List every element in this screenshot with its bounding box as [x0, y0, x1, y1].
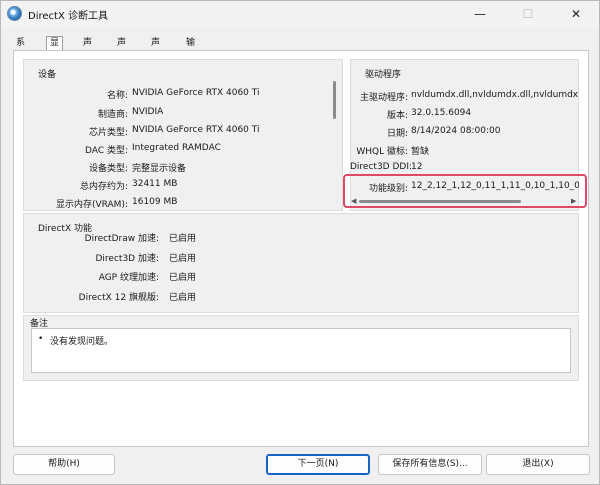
minimize-button[interactable]: — — [457, 1, 503, 27]
directdraw-accel-label: DirectDraw 加速: — [84, 234, 159, 244]
device-type-label: 设备类型: — [88, 164, 128, 174]
directdraw-accel-value: 已启用 — [169, 234, 197, 244]
device-type-value: 完整显示设备 — [132, 164, 187, 174]
device-manufacturer-value: NVIDIA — [132, 107, 164, 117]
window-title: DirectX 诊断工具 — [28, 11, 108, 22]
device-chip-type-label: 芯片类型: — [88, 128, 128, 138]
driver-whql-value: 暂缺 — [411, 147, 430, 157]
tab-sound-2[interactable]: 声音 2 — [114, 37, 129, 74]
device-total-memory-label: 总内存约为: — [79, 182, 128, 192]
agp-texture-accel-value: 已启用 — [169, 273, 197, 283]
devices-vertical-scrollbar[interactable] — [333, 81, 336, 119]
tab-input[interactable]: 输入 — [183, 37, 198, 61]
device-total-memory-value: 32411 MB — [132, 179, 178, 189]
directx-diagnostic-window: DirectX 诊断工具 — ☐ ✕ 系统 显示 声音 1 声音 2 声音 3 … — [0, 0, 600, 485]
save-all-info-button[interactable]: 保存所有信息(S)... — [378, 454, 482, 475]
driver-whql-label: WHQL 徽标: — [356, 147, 408, 157]
title-bar: DirectX 诊断工具 — ☐ ✕ — [1, 1, 599, 27]
devices-group-title: 设备 — [38, 70, 57, 80]
feature-level-highlight-box — [343, 174, 587, 208]
driver-d3d-ddi-label: Direct3D DDI: — [350, 162, 413, 172]
device-name-label: 名称: — [106, 91, 128, 101]
tab-system[interactable]: 系统 — [13, 37, 28, 61]
notes-text-area[interactable]: • 没有发现问题。 — [31, 328, 571, 373]
device-chip-type-value: NVIDIA GeForce RTX 4060 Ti — [132, 125, 260, 135]
next-page-button[interactable]: 下一页(N) — [266, 454, 370, 475]
device-dac-type-value: Integrated RAMDAC — [132, 143, 221, 153]
driver-main-value: nvldumdx.dll,nvldumdx.dll,nvldumdx.dll,n… — [411, 90, 579, 100]
driver-version-value: 32.0.15.6094 — [411, 108, 472, 118]
exit-button[interactable]: 退出(X) — [486, 454, 590, 475]
driver-date-value: 8/14/2024 08:00:00 — [411, 126, 501, 136]
directx12-ultimate-label: DirectX 12 旗舰版: — [78, 293, 159, 303]
device-vram-value: 16109 MB — [132, 197, 178, 207]
tab-display[interactable]: 显示 — [46, 36, 64, 61]
maximize-button[interactable]: ☐ — [505, 1, 551, 27]
help-button[interactable]: 帮助(H) — [13, 454, 115, 475]
direct3d-accel-value: 已启用 — [169, 254, 197, 264]
tab-sound-3[interactable]: 声音 3 — [148, 37, 163, 74]
notes-item: 没有发现问题。 — [50, 337, 114, 347]
directx-app-icon — [7, 6, 22, 21]
directx12-ultimate-value: 已启用 — [169, 293, 197, 303]
driver-version-label: 版本: — [386, 111, 408, 121]
notes-bullet: • — [38, 334, 44, 344]
agp-texture-accel-label: AGP 纹理加速: — [98, 273, 159, 283]
device-name-value: NVIDIA GeForce RTX 4060 Ti — [132, 88, 260, 98]
close-button[interactable]: ✕ — [553, 1, 599, 27]
device-dac-type-label: DAC 类型: — [85, 146, 128, 156]
drivers-group-title: 驱动程序 — [365, 70, 402, 80]
driver-date-label: 日期: — [386, 129, 408, 139]
driver-d3d-ddi-value: 12 — [411, 162, 423, 172]
device-manufacturer-label: 制造商: — [97, 110, 128, 120]
device-vram-label: 显示内存(VRAM): — [55, 200, 128, 210]
driver-main-label: 主驱动程序: — [359, 93, 408, 103]
tab-sound-1[interactable]: 声音 1 — [80, 37, 95, 74]
direct3d-accel-label: Direct3D 加速: — [95, 254, 160, 264]
